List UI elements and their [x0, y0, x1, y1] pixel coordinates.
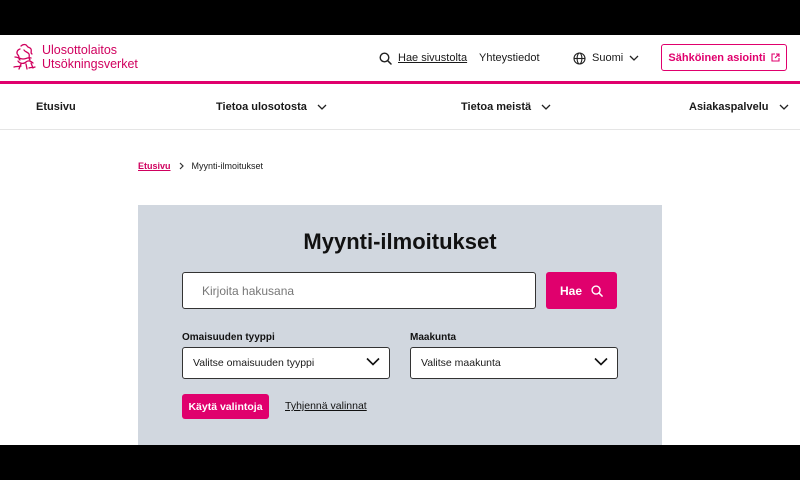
nav-item-home[interactable]: Etusivu	[36, 84, 76, 130]
search-input[interactable]	[182, 272, 536, 309]
lion-emblem-icon	[13, 43, 36, 70]
property-type-value: Valitse omaisuuden tyyppi	[193, 357, 315, 369]
nav-item-label: Tietoa meistä	[461, 101, 532, 113]
eservice-label: Sähköinen asiointi	[668, 51, 766, 64]
eservice-button[interactable]: Sähköinen asiointi	[661, 44, 787, 71]
apply-filters-button[interactable]: Käytä valintoja	[182, 394, 269, 419]
logo-name-fi: Ulosottolaitos	[42, 43, 118, 57]
search-icon	[591, 284, 603, 297]
site-logo[interactable]: Ulosottolaitos Utsökningsverket	[12, 43, 138, 71]
chevron-down-icon	[366, 357, 380, 366]
nav-item-customer-service[interactable]: Asiakaspalvelu	[689, 84, 789, 130]
region-select[interactable]: Valitse maakunta	[410, 347, 618, 379]
globe-icon	[573, 51, 586, 65]
letterbox-bottom	[0, 445, 800, 480]
page-title: Myynti-ilmoitukset	[303, 229, 497, 254]
page: Ulosottolaitos Utsökningsverket Hae sivu…	[0, 35, 800, 445]
chevron-right-icon	[179, 162, 184, 170]
region-value: Valitse maakunta	[421, 357, 501, 369]
external-link-icon	[771, 53, 780, 62]
nav-item-label: Tietoa ulosotosta	[216, 101, 307, 113]
clear-filters-link[interactable]: Tyhjennä valinnat	[285, 400, 367, 412]
search-button[interactable]: Hae	[546, 272, 617, 309]
chevron-down-icon	[629, 55, 639, 61]
nav-item-label: Etusivu	[36, 101, 76, 113]
contact-label: Yhteystiedot	[479, 52, 540, 64]
site-search-label: Hae sivustolta	[398, 52, 468, 64]
chevron-down-icon	[779, 104, 788, 110]
search-panel: Myynti-ilmoitukset Hae Omaisuuden tyyppi…	[138, 205, 662, 445]
breadcrumb-current: Myynti-ilmoitukset	[191, 161, 264, 171]
breadcrumb: Etusivu Myynti-ilmoitukset	[138, 161, 263, 171]
property-type-select[interactable]: Valitse omaisuuden tyyppi	[182, 347, 390, 379]
region-label: Maakunta	[410, 332, 457, 343]
chevron-down-icon	[594, 357, 608, 366]
logo-name-sv: Utsökningsverket	[42, 57, 138, 71]
site-search-link[interactable]: Hae sivustolta	[379, 35, 467, 81]
search-icon	[379, 51, 392, 65]
language-selector[interactable]: Suomi	[573, 35, 639, 81]
letterbox-top	[0, 0, 800, 35]
search-button-label: Hae	[559, 283, 582, 298]
language-label: Suomi	[592, 52, 624, 64]
nav-item-about-enforcement[interactable]: Tietoa ulosotosta	[216, 84, 327, 130]
contact-link[interactable]: Yhteystiedot	[479, 35, 540, 81]
nav-item-label: Asiakaspalvelu	[689, 101, 769, 113]
chevron-down-icon	[541, 104, 551, 110]
breadcrumb-home-link[interactable]: Etusivu	[138, 161, 171, 171]
property-type-label: Omaisuuden tyyppi	[182, 332, 275, 343]
site-header: Ulosottolaitos Utsökningsverket Hae sivu…	[0, 35, 800, 81]
main-navigation: Etusivu Tietoa ulosotosta Tietoa meistä …	[0, 84, 800, 130]
chevron-down-icon	[317, 104, 327, 110]
nav-item-about-us[interactable]: Tietoa meistä	[461, 84, 551, 130]
logo-text: Ulosottolaitos Utsökningsverket	[42, 43, 138, 71]
